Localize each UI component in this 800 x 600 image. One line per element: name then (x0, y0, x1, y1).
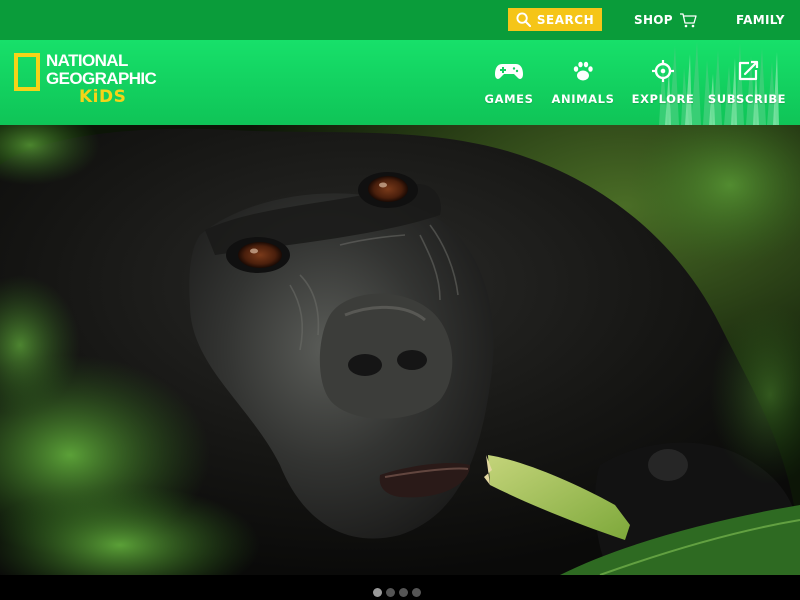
paw-icon (573, 61, 593, 81)
subscribe-icon (738, 60, 759, 81)
logo-line-geographic: GEOGRAPHIC (46, 69, 157, 88)
search-button[interactable]: SEARCH (508, 8, 602, 31)
logo-line-national: NATIONAL (46, 51, 128, 70)
carousel-dots (373, 588, 421, 597)
family-link[interactable]: FAMILY (736, 10, 785, 30)
nav-games-label: GAMES (484, 92, 534, 106)
gamepad-icon (495, 64, 523, 79)
natgeo-kids-logo[interactable]: NATIONAL GEOGRAPHIC KiDS (14, 51, 157, 107)
carousel-dot-3[interactable] (399, 588, 408, 597)
gorilla-photo (0, 125, 800, 575)
carousel-dot-4[interactable] (412, 588, 421, 597)
logo-line-kids: KiDS (79, 87, 127, 107)
nav-subscribe[interactable]: SUBSCRIBE (707, 40, 787, 125)
shop-link[interactable]: SHOP (634, 10, 697, 30)
nav-animals-label: ANIMALS (551, 92, 615, 106)
carousel-dot-1[interactable] (373, 588, 382, 597)
compass-icon (652, 60, 674, 82)
utility-bar: SEARCH SHOP FAMILY (0, 0, 800, 40)
nav-animals[interactable]: ANIMALS (551, 40, 615, 125)
shop-label: SHOP (634, 13, 673, 27)
nav-subscribe-label: SUBSCRIBE (707, 92, 787, 106)
nav-explore-label: EXPLORE (631, 92, 695, 106)
search-icon (516, 12, 531, 27)
family-label: FAMILY (736, 13, 785, 27)
nav-games[interactable]: GAMES (480, 40, 538, 125)
search-label: SEARCH (536, 12, 595, 27)
hero-image[interactable] (0, 125, 800, 575)
carousel-bar (0, 575, 800, 600)
carousel-dot-2[interactable] (386, 588, 395, 597)
main-header: NATIONAL GEOGRAPHIC KiDS GAMES ANIMALS E… (0, 40, 800, 125)
cart-icon (679, 13, 697, 28)
yellow-border-icon (14, 53, 40, 91)
nav-explore[interactable]: EXPLORE (632, 40, 694, 125)
